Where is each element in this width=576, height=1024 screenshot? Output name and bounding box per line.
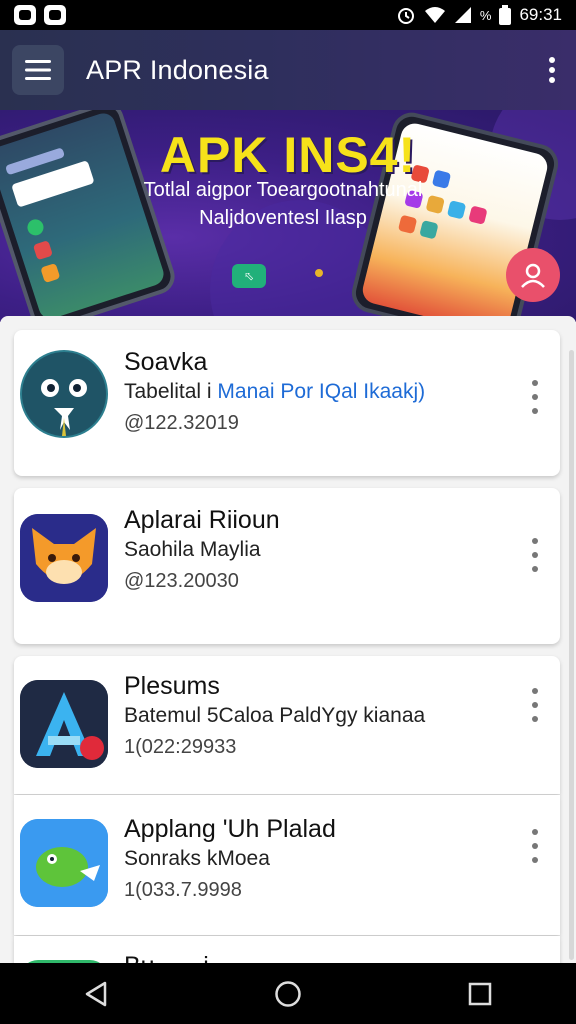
notification-message-icon: [44, 5, 66, 25]
system-nav-bar: [0, 963, 576, 1024]
battery-percent: %: [479, 7, 492, 23]
banner-indicator-badge: ⬁: [232, 264, 266, 288]
blue-owl-icon: [20, 350, 108, 438]
banner-subline: Totlal aigpor Toeargootnahtunal Naljdove…: [128, 176, 438, 232]
app-name: Applang 'Uh Plalad: [124, 815, 336, 843]
wifi-icon: [424, 7, 445, 23]
app-name: Bu... ...i...: [124, 952, 230, 963]
more-vertical-icon: [549, 57, 555, 83]
item-more-button[interactable]: [528, 538, 542, 572]
list-item[interactable]: Aplarai Riioun Saohila Maylia @123.20030: [14, 488, 560, 644]
app-title: APR Indonesia: [86, 54, 269, 85]
item-more-button[interactable]: [528, 688, 542, 722]
home-icon: [275, 980, 301, 1007]
back-button[interactable]: [66, 969, 126, 1019]
alarm-icon: [397, 8, 414, 24]
clock: 69:31: [519, 5, 562, 24]
signal-icon: [454, 7, 471, 23]
notification-app-icon: [14, 5, 36, 25]
recents-icon: [468, 982, 492, 1005]
battery-icon: [499, 5, 512, 25]
app-meta: 1(033.7.9998: [124, 879, 242, 901]
system-status: % 69:31: [396, 5, 562, 25]
item-more-button[interactable]: [528, 380, 542, 414]
green-bird-icon: [20, 819, 108, 907]
promo-banner[interactable]: APK INS4! Totlal aigpor Toeargootnahtuna…: [0, 110, 576, 322]
list-item[interactable]: Applang 'Uh Plalad Sonraks kMoea 1(033.7…: [14, 795, 560, 935]
list-item[interactable]: Soavka Tabelital i Manai Por IQal Ikaakj…: [14, 330, 560, 476]
home-button[interactable]: [258, 969, 318, 1019]
back-icon: [85, 981, 107, 1006]
profile-button[interactable]: [506, 248, 560, 302]
menu-button[interactable]: [12, 45, 64, 95]
notification-icons: [14, 5, 66, 25]
overflow-menu-button[interactable]: [540, 50, 564, 90]
hamburger-icon: [25, 60, 51, 80]
banner-subline-2: Naljdoventesl Ilasp: [199, 207, 367, 229]
user-icon: [521, 263, 545, 288]
list-item[interactable]: Plesums Batemul 5Caloa PaldYgy kianaa 1(…: [14, 656, 560, 794]
app-meta: @122.32019: [124, 412, 239, 434]
recents-button[interactable]: [450, 969, 510, 1019]
orange-fox-icon: [20, 514, 108, 602]
item-more-button[interactable]: [528, 829, 542, 863]
app-bar: APR Indonesia: [0, 30, 576, 110]
app-description: Tabelital i Manai Por IQal Ikaakj): [124, 380, 425, 404]
banner-subline-1: Totlal aigpor Toeargootnahtunal: [143, 179, 423, 201]
scrollbar[interactable]: [569, 350, 574, 960]
app-meta: 1(022:29933: [124, 736, 237, 758]
status-bar: % 69:31: [0, 0, 576, 30]
app-description-link[interactable]: Manai Por IQal Ikaakj): [217, 380, 425, 403]
app-name: Plesums: [124, 672, 220, 700]
letter-a-icon: [20, 680, 108, 768]
app-description: Saohila Maylia: [124, 538, 261, 561]
app-list: Soavka Tabelital i Manai Por IQal Ikaakj…: [0, 316, 576, 963]
app-description: Batemul 5Caloa PaldYgy kianaa: [124, 704, 426, 727]
app-meta: @123.20030: [124, 570, 239, 592]
app-description: Sonraks kMoea: [124, 847, 270, 870]
app-description-text: Tabelital i: [124, 380, 218, 403]
list-item[interactable]: Bu... ...i...: [14, 936, 560, 963]
app-name: Aplarai Riioun: [124, 506, 280, 534]
app-name: Soavka: [124, 348, 208, 376]
